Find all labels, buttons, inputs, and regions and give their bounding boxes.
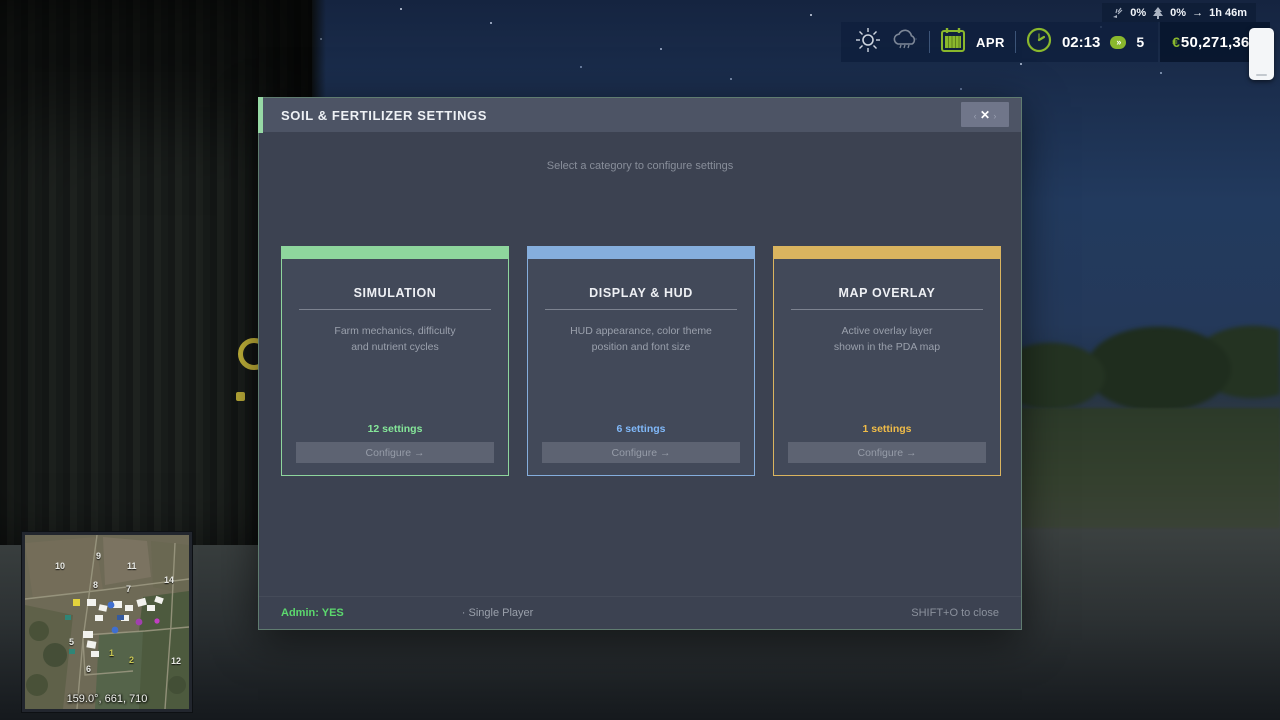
field-number: 12 [171,656,181,666]
field-number: 9 [96,551,101,561]
card-display-hud[interactable]: DISPLAY & HUD HUD appearance, color them… [527,246,755,476]
card-divider [791,309,983,310]
growth-value: 0% [1170,7,1186,19]
admin-status: Admin: YES [281,607,344,619]
sun-icon [855,27,881,58]
settings-count: 12 settings [282,423,508,435]
card-accent-bar [773,246,1001,259]
card-title: DISPLAY & HUD [528,286,754,300]
soil-fertilizer-settings-dialog: SOIL & FERTILIZER SETTINGS ‹ ✕ › Select … [258,97,1022,630]
minimap[interactable]: 9 10 11 14 8 7 5 6 1 2 12 159.0°, 661, 7… [22,532,192,712]
configure-button-simulation[interactable]: Configure → [296,442,494,463]
dialog-footer: Admin: YES · Single Player SHIFT+O to cl… [259,596,1021,629]
phone-icon [1249,28,1274,80]
rain-cloud-icon [891,29,919,56]
field-number: 7 [126,584,131,594]
status-row: 0% 0% → 1h 46m [1102,3,1256,22]
card-accent-bar [527,246,755,259]
field-number: 2 [129,655,134,665]
card-map-overlay[interactable]: MAP OVERLAY Active overlay layer shown i… [773,246,1001,476]
sprinkler-icon [1111,7,1124,19]
dialog-title: SOIL & FERTILIZER SETTINGS [259,108,487,123]
card-simulation[interactable]: SIMULATION Farm mechanics, difficulty an… [281,246,509,476]
close-shortcut-hint: SHIFT+O to close [911,607,999,619]
field-number: 1 [109,648,114,658]
clock-icon [1026,27,1052,58]
card-description: Active overlay layer shown in the PDA ma… [774,323,1000,355]
time-remaining: 1h 46m [1209,7,1247,19]
game-mode-label: · Single Player [462,607,534,619]
card-description: HUD appearance, color theme position and… [528,323,754,355]
calendar-icon [940,27,966,58]
field-number: 5 [69,637,74,647]
card-title: MAP OVERLAY [774,286,1000,300]
field-number: 14 [164,575,174,585]
field-number: 6 [86,664,91,674]
speed-value: 5 [1136,34,1144,50]
moisture-value: 0% [1130,7,1146,19]
field-number: 11 [127,561,137,571]
card-accent-bar [281,246,509,259]
category-cards: SIMULATION Farm mechanics, difficulty an… [281,246,1001,476]
close-icon: ✕ [980,108,990,122]
tree-icon [1152,7,1164,19]
category-hint: Select a category to configure settings [259,160,1021,172]
player-coordinates: 159.0°, 661, 710 [25,693,189,705]
close-deco-right: › [993,111,996,121]
configure-button-display-hud[interactable]: Configure → [542,442,740,463]
close-button[interactable]: ‹ ✕ › [961,102,1009,127]
dialog-titlebar: SOIL & FERTILIZER SETTINGS ‹ ✕ › [259,98,1021,132]
night-sky-stars [400,8,402,10]
card-title: SIMULATION [282,286,508,300]
fast-forward-icon: ›› [1110,36,1126,49]
close-deco-left: ‹ [974,111,977,121]
arrow-glyph: → [1192,7,1203,19]
minimap-terrain [25,535,189,709]
field-number: 10 [55,561,65,571]
game-hud-bar: APR 02:13 ›› 5 € 50,271,369 [841,22,1270,62]
configure-button-map-overlay[interactable]: Configure → [788,442,986,463]
card-divider [545,309,737,310]
field-marker-dot [236,392,245,401]
clock-time: 02:13 [1062,34,1100,51]
settings-count: 1 settings [774,423,1000,435]
divider [1015,31,1016,53]
settings-count: 6 settings [528,423,754,435]
month-label: APR [976,35,1005,50]
card-divider [299,309,491,310]
card-description: Farm mechanics, difficulty and nutrient … [282,323,508,355]
divider [929,31,930,53]
currency-symbol: € [1172,34,1180,50]
money-amount: 50,271,369 [1181,34,1258,51]
title-accent-bar [258,97,263,133]
field-number: 8 [93,580,98,590]
